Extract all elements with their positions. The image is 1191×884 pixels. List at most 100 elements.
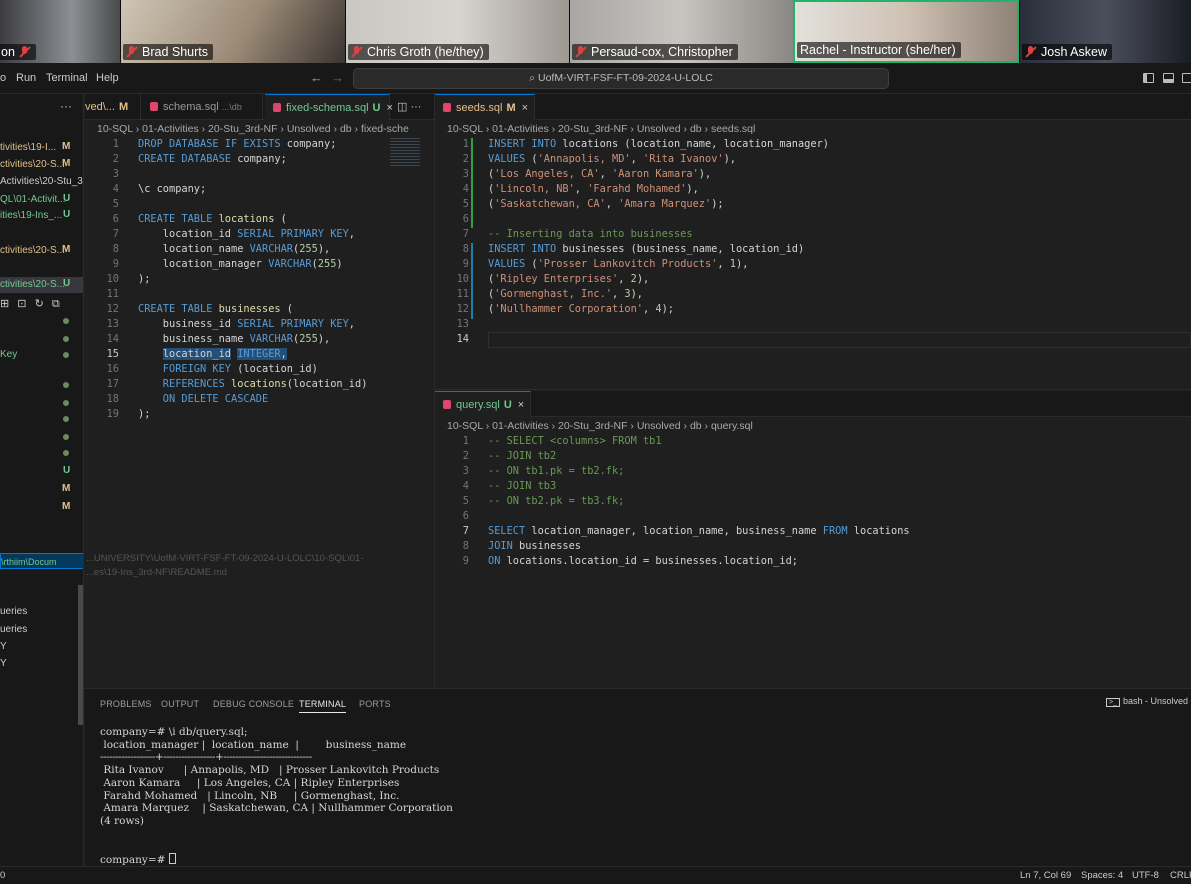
close-icon[interactable]: × — [522, 102, 528, 114]
editor-split-divider[interactable] — [435, 389, 1191, 390]
refresh-icon[interactable]: ↻ — [35, 298, 44, 310]
tab-query[interactable]: query.sql U × — [435, 391, 531, 417]
close-icon[interactable]: × — [518, 399, 524, 411]
query-code[interactable]: -- SELECT <columns> FROM tb1 -- JOIN tb2… — [488, 434, 910, 569]
file-path: QL\01-Activit... — [0, 194, 66, 205]
cursor-position[interactable]: Ln 7, Col 69 — [1020, 870, 1071, 881]
command-center-search[interactable]: ⌕ UofM-VIRT-FSF-FT-09-2024-U-LOLC — [353, 68, 889, 89]
line-number: 4 — [462, 183, 469, 195]
open-editor-item[interactable]: ctivities\20-S... — [0, 243, 65, 259]
line-numbers: 1 2 3 4 5 6 7 8 9 10 11 12 13 14 15 16 17 18 19 — [97, 137, 119, 422]
code-line: \c company; — [138, 183, 207, 195]
status-bar: 0 Ln 7, Col 69 Spaces: 4 UTF-8 CRLF — [0, 866, 1191, 884]
tab-other-file[interactable]: ved\... M — [77, 94, 141, 120]
menu-help[interactable]: Help — [96, 72, 119, 84]
result-row: Rita Ivanov | Annapolis, MD | Prosser La… — [100, 764, 440, 777]
status-problems-count[interactable]: 0 — [0, 870, 5, 881]
more-actions-icon[interactable]: ··· — [60, 99, 72, 113]
breadcrumb[interactable]: 10-SQL › 01-Activities › 20-Stu_3rd-NF ›… — [97, 121, 434, 137]
collapse-all-icon[interactable]: ⧉ — [52, 298, 60, 310]
git-status-badge: M — [506, 102, 516, 114]
menu-terminal[interactable]: Terminal — [46, 72, 88, 84]
line-number: 9 — [462, 555, 469, 567]
file-path: ctivities\20-S... — [0, 159, 66, 170]
participant-tile[interactable]: Josh Askew — [1020, 0, 1191, 63]
line-number: 19 — [106, 408, 119, 420]
tab-fixed-schema[interactable]: fixed-schema.sql U × — [265, 94, 393, 120]
result-row: Aaron Kamara | Los Angeles, CA | Ripley … — [100, 776, 400, 789]
breadcrumb[interactable]: 10-SQL › 01-Activities › 20-Stu_3rd-NF ›… — [447, 121, 755, 137]
code-line-highlighted: location_id INTEGER, — [162, 348, 287, 360]
code-line: ('Saskatchewan, CA', 'Amara Marquez'); — [488, 198, 724, 210]
code-line: CREATE TABLE locations ( — [138, 213, 287, 225]
line-number: 14 — [106, 333, 119, 345]
participant-tile-active-speaker[interactable]: Rachel - Instructor (she/her) — [793, 0, 1019, 63]
path-tooltip-selected[interactable]: \rthiim\Docum — [0, 553, 83, 569]
toggle-sidebar-icon[interactable] — [1143, 73, 1154, 83]
participant-name: on — [1, 45, 15, 59]
line-number: 11 — [106, 288, 119, 300]
close-icon[interactable]: × — [387, 102, 393, 114]
participant-name-label: Brad Shurts — [123, 44, 214, 60]
tab-terminal[interactable]: TERMINAL — [299, 699, 347, 713]
code-line: INSERT INTO businesses (business_name, l… — [488, 243, 805, 255]
toggle-secondary-sidebar-icon[interactable] — [1182, 73, 1191, 83]
open-editor-item[interactable]: tivities\19-I... — [0, 140, 56, 156]
open-editor-item[interactable]: ctivities\20-S... — [0, 157, 65, 173]
open-editor-item[interactable]: Activities\20-Stu_3... — [0, 174, 83, 190]
code-line: business_id SERIAL PRIMARY KEY, — [138, 318, 355, 330]
participant-tile[interactable]: on — [0, 0, 120, 63]
terminal-command: company=# \i db/query.sql; — [100, 726, 248, 738]
editor-actions-icon[interactable]: ◫ ··· — [397, 100, 421, 113]
seeds-code[interactable]: INSERT INTO locations (location_name, lo… — [488, 137, 829, 317]
line-number: 15 — [106, 348, 119, 360]
git-status-badge: U — [63, 465, 71, 476]
tree-item[interactable]: Key — [0, 347, 17, 363]
participant-tile[interactable]: Chris Groth (he/they) — [346, 0, 569, 63]
tab-problems[interactable]: PROBLEMS — [100, 699, 152, 709]
open-editor-item[interactable]: ities\19-Ins_... — [0, 208, 62, 224]
end-of-line-setting[interactable]: CRLF — [1170, 870, 1191, 881]
terminal-output[interactable]: company=# \i db/query.sql; location_mana… — [100, 726, 453, 867]
line-number: 2 — [112, 153, 119, 165]
tab-label: seeds.sql — [456, 102, 503, 114]
outline-item[interactable]: ueries — [0, 622, 27, 638]
outline-item[interactable]: ueries — [0, 604, 27, 620]
back-arrow-icon[interactable]: ← — [310, 70, 323, 85]
git-dot-icon — [63, 450, 69, 456]
git-status-badge: M — [62, 483, 71, 494]
line-number: 8 — [112, 243, 119, 255]
tab-output[interactable]: OUTPUT — [161, 699, 199, 709]
row-count: (4 rows) — [100, 814, 144, 827]
participant-tile[interactable]: Persaud-cox, Christopher — [570, 0, 793, 63]
code-line: ON DELETE CASCADE — [138, 393, 269, 405]
tab-seeds[interactable]: seeds.sql M × — [435, 94, 535, 120]
tab-debug-console[interactable]: DEBUG CONSOLE — [213, 699, 294, 709]
line-number: 3 — [112, 168, 119, 180]
open-editor-item-selected[interactable]: ctivities\20-S... — [0, 277, 83, 293]
breadcrumb[interactable]: 10-SQL › 01-Activities › 20-Stu_3rd-NF ›… — [447, 418, 753, 434]
terminal-instance[interactable]: >_ bash - Unsolved — [1106, 696, 1188, 707]
line-number: 10 — [456, 273, 469, 285]
tab-ports[interactable]: PORTS — [359, 699, 391, 709]
indentation-setting[interactable]: Spaces: 4 — [1081, 870, 1123, 881]
code-line: ); — [138, 273, 151, 285]
file-encoding[interactable]: UTF-8 — [1132, 870, 1159, 881]
outline-item[interactable]: Y — [0, 639, 7, 655]
sidebar-scrollbar[interactable] — [78, 585, 83, 725]
menu-run[interactable]: Run — [16, 72, 36, 84]
outline-item[interactable]: Y — [0, 656, 7, 672]
new-folder-icon[interactable]: ⊡ — [17, 298, 26, 310]
git-modified-gutter — [471, 243, 473, 319]
new-file-icon[interactable]: ⊞ — [0, 298, 9, 310]
forward-arrow-icon[interactable]: → — [331, 70, 344, 85]
participant-tile[interactable]: Brad Shurts — [121, 0, 345, 63]
file-path: ities\19-Ins_... — [0, 210, 63, 221]
menu-item[interactable]: o — [0, 72, 6, 84]
minimap[interactable] — [390, 138, 420, 168]
fixed-schema-code[interactable]: DROP DATABASE IF EXISTS company; CREATE … — [138, 137, 367, 422]
code-line: VALUES ('Prosser Lankovitch Products', 1… — [488, 258, 749, 270]
open-editor-item[interactable]: QL\01-Activit... — [0, 192, 66, 208]
tab-schema[interactable]: schema.sql ...\db — [142, 94, 263, 120]
toggle-panel-icon[interactable] — [1163, 73, 1174, 83]
